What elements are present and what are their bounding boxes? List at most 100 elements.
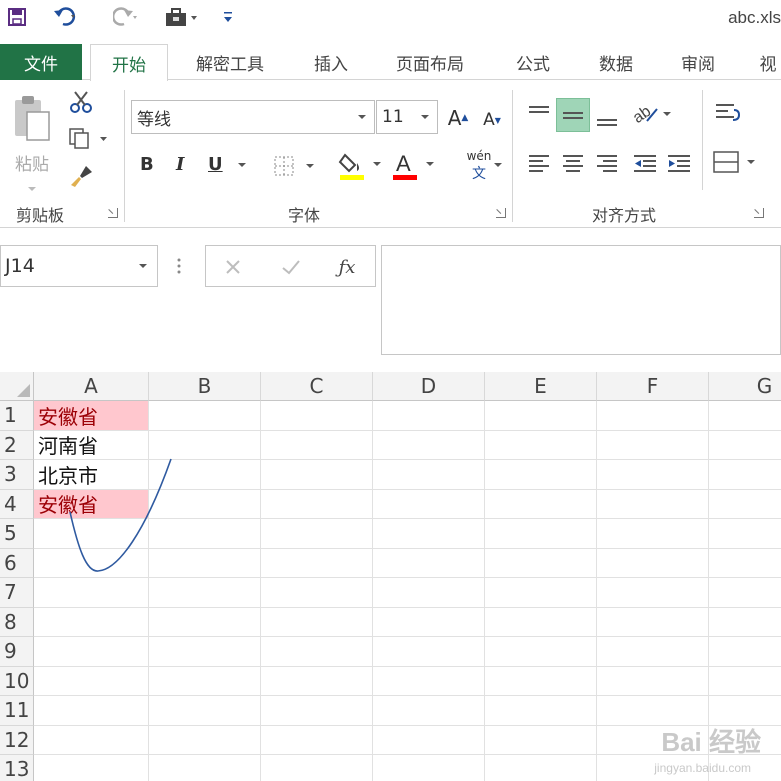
undo-button[interactable] [46, 4, 86, 30]
font-size-value: 11 [382, 107, 404, 127]
formula-bar-grip[interactable] [176, 254, 182, 278]
redo-icon [113, 7, 137, 26]
font-launcher-icon[interactable] [496, 208, 506, 218]
font-name-dropdown-caret [358, 115, 366, 119]
font-color-button[interactable]: A [392, 148, 440, 184]
alignment-group-label: 对齐方式 [592, 206, 657, 225]
tab-formulas[interactable]: 公式 [500, 44, 566, 80]
ribbon-tabs: 文件 开始 解密工具 插入 页面布局 公式 数据 审阅 视 [0, 44, 781, 81]
tab-decrypt-tools[interactable]: 解密工具 [180, 44, 280, 80]
align-left-icon [529, 155, 549, 172]
ribbon: 粘贴 剪贴板 等线 11 A ▲ A ▼ B I U A wén 文 字体 ab… [0, 80, 781, 228]
font-group-label: 字体 [288, 206, 321, 225]
tab-view[interactable]: 视 [748, 44, 781, 80]
align-middle-icon [563, 112, 583, 119]
font-size-dropdown-caret [421, 115, 429, 119]
name-box-value: J14 [5, 255, 35, 277]
font-size-combo[interactable]: 11 [376, 100, 438, 134]
tab-file[interactable]: 文件 [0, 44, 82, 80]
toolbox-button[interactable] [160, 4, 204, 30]
font-name-combo[interactable]: 等线 [131, 100, 375, 134]
underline-button[interactable]: U [208, 154, 223, 175]
redo-button[interactable] [106, 4, 146, 30]
clipboard-group-label: 剪贴板 [16, 206, 65, 225]
copy-button[interactable] [66, 124, 112, 152]
formula-buttons: ƒx [205, 245, 376, 287]
cut-button[interactable] [66, 88, 96, 116]
grow-font-icon: A [447, 106, 462, 130]
decrease-indent-icon [634, 155, 656, 172]
hand-drawn-curve [69, 458, 172, 572]
align-bottom-button[interactable] [592, 100, 622, 134]
font-color-icon: A [393, 151, 434, 180]
watermark-logo: Bai 经验 [661, 727, 761, 757]
clipboard-launcher-icon[interactable] [108, 208, 118, 218]
fill-color-button[interactable] [336, 148, 386, 184]
merge-cells-icon [713, 151, 755, 173]
increase-indent-button[interactable] [664, 148, 694, 178]
paste-label: 粘贴 [15, 154, 49, 175]
text-orientation-icon: ab [630, 103, 671, 127]
tab-home[interactable]: 开始 [90, 44, 168, 81]
tab-review[interactable]: 审阅 [666, 44, 730, 80]
name-box-dropdown-caret [139, 264, 147, 268]
shrink-font-icon: A [483, 110, 495, 130]
close-icon [226, 260, 240, 274]
quick-access-toolbar: abc.xls [0, 0, 781, 42]
insert-function-button[interactable]: ƒx [332, 254, 362, 280]
align-left-button[interactable] [524, 148, 554, 178]
tab-data[interactable]: 数据 [584, 44, 648, 80]
font-name-value: 等线 [137, 109, 171, 130]
align-right-button[interactable] [592, 148, 622, 178]
excel-window: abc.xls 文件 开始 解密工具 插入 页面布局 公式 数据 审阅 视 粘贴… [0, 0, 781, 781]
paste-button[interactable]: 粘贴 [6, 88, 58, 196]
toolbox-icon [166, 8, 197, 26]
group-separator [512, 90, 513, 222]
paste-dropdown-caret [28, 186, 36, 191]
checkmark-icon [282, 260, 300, 275]
paintbrush-icon [71, 166, 92, 187]
name-box[interactable]: J14 [0, 245, 158, 287]
annotation-stroke [69, 458, 172, 572]
shrink-font-button[interactable]: A ▼ [478, 106, 506, 134]
pinyin-top-label: wén [466, 149, 492, 163]
scissors-icon [70, 91, 92, 113]
formula-input[interactable] [381, 245, 781, 355]
chevron-down-icon [238, 163, 246, 167]
confirm-entry-button[interactable] [278, 254, 304, 280]
save-button[interactable] [4, 4, 30, 30]
bold-button[interactable]: B [140, 154, 154, 175]
orientation-button[interactable]: ab [628, 98, 676, 130]
align-center-icon [563, 155, 583, 172]
align-top-button[interactable] [524, 98, 554, 130]
merge-center-button[interactable] [710, 146, 764, 178]
customize-qat-button[interactable] [218, 4, 238, 30]
document-title: abc.xls [728, 8, 781, 27]
align-right-icon [597, 155, 617, 172]
align-middle-button[interactable] [556, 98, 590, 132]
alignment-launcher-icon[interactable] [754, 208, 764, 218]
group-separator [124, 90, 125, 222]
paste-icon [15, 95, 50, 141]
cancel-entry-button[interactable] [220, 254, 246, 280]
copy-icon [69, 128, 107, 149]
decrease-indent-button[interactable] [630, 148, 660, 178]
paint-bucket-icon [338, 153, 381, 180]
underline-dropdown[interactable] [236, 158, 248, 172]
italic-button[interactable]: I [176, 154, 184, 175]
grip-icon [177, 258, 181, 274]
wrap-text-button[interactable] [710, 98, 744, 130]
borders-button[interactable] [270, 152, 320, 180]
watermark-url: jingyan.baidu.com [654, 761, 751, 775]
tab-page-layout[interactable]: 页面布局 [380, 44, 480, 80]
format-painter-button[interactable] [66, 162, 96, 190]
align-center-button[interactable] [558, 148, 588, 178]
chevron-down-icon [494, 163, 502, 167]
increase-indent-icon [668, 155, 690, 172]
phonetic-dropdown[interactable] [492, 158, 504, 172]
grow-font-button[interactable]: A ▲ [444, 104, 472, 132]
tab-insert[interactable]: 插入 [300, 44, 362, 80]
align-top-icon [529, 106, 549, 113]
pinyin-bottom-label: 文 [472, 166, 486, 182]
borders-icon [274, 156, 314, 176]
